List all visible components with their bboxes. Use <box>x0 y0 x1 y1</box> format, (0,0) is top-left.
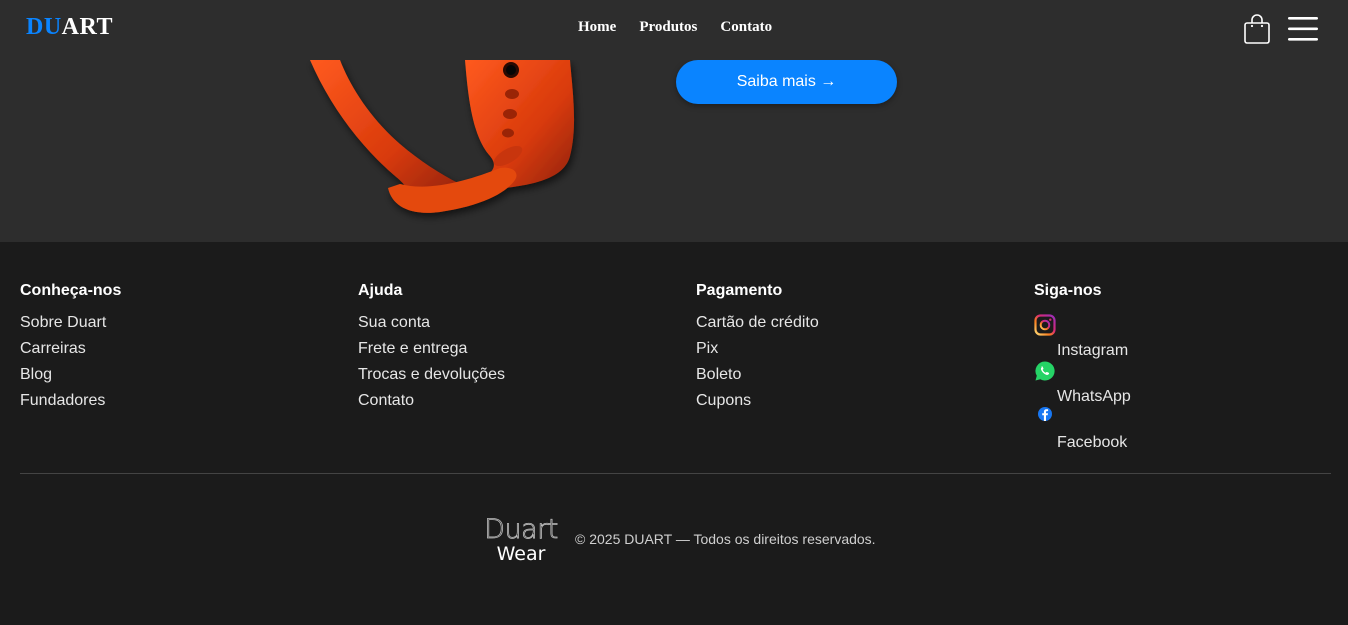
instagram-label: Instagram <box>1057 342 1129 359</box>
watch-strap-image <box>310 60 575 213</box>
footer-link-facebook[interactable]: Facebook <box>1034 406 1131 452</box>
footer-link-sua-conta[interactable]: Sua conta <box>358 314 505 340</box>
footer-link-whatsapp[interactable]: WhatsApp <box>1034 360 1131 406</box>
brand-line-wear: Wear <box>496 543 546 565</box>
logo-part-du: DU <box>26 14 62 40</box>
nav-produtos-link[interactable]: Produtos <box>639 19 697 36</box>
duart-wear-logo: Duart Wear <box>481 514 561 565</box>
footer-column-ajuda: Ajuda Sua conta Frete e entrega Trocas e… <box>358 282 505 418</box>
nav-contato-link[interactable]: Contato <box>720 19 772 36</box>
footer-column-pagamento: Pagamento Cartão de crédito Pix Boleto C… <box>696 282 819 418</box>
footer-link-cartao[interactable]: Cartão de crédito <box>696 314 819 340</box>
main-nav: Home Produtos Contato <box>578 19 772 36</box>
footer-link-instagram[interactable]: Instagram <box>1034 314 1131 360</box>
footer-link-boleto[interactable]: Boleto <box>696 366 819 392</box>
footer-divider <box>20 473 1331 474</box>
logo-part-art: ART <box>61 14 113 40</box>
footer-link-blog[interactable]: Blog <box>20 366 121 392</box>
instagram-icon <box>1034 314 1056 336</box>
site-footer: Conheça-nos Sobre Duart Carreiras Blog F… <box>0 242 1348 625</box>
facebook-label: Facebook <box>1057 434 1128 451</box>
footer-link-trocas[interactable]: Trocas e devoluções <box>358 366 505 392</box>
footer-column-conheca: Conheça-nos Sobre Duart Carreiras Blog F… <box>20 282 121 418</box>
brand-line-duart: Duart <box>484 514 559 545</box>
hero-section: Saiba mais → <box>0 60 1348 242</box>
nav-home-link[interactable]: Home <box>578 19 616 36</box>
footer-link-contato[interactable]: Contato <box>358 392 505 418</box>
copyright-text: © 2025 DUART — Todos os direitos reserva… <box>575 531 876 547</box>
facebook-icon <box>1038 407 1052 421</box>
footer-link-sobre-duart[interactable]: Sobre Duart <box>20 314 121 340</box>
footer-link-cupons[interactable]: Cupons <box>696 392 819 418</box>
shopping-bag-icon[interactable] <box>1243 13 1271 45</box>
footer-column-title: Ajuda <box>358 282 403 299</box>
footer-column-title: Siga-nos <box>1034 282 1102 299</box>
footer-link-pix[interactable]: Pix <box>696 340 819 366</box>
hamburger-menu-icon[interactable] <box>1287 16 1319 42</box>
whatsapp-label: WhatsApp <box>1057 388 1131 405</box>
logo[interactable]: DUART <box>26 14 113 41</box>
whatsapp-icon <box>1035 361 1055 381</box>
footer-link-frete[interactable]: Frete e entrega <box>358 340 505 366</box>
footer-link-fundadores[interactable]: Fundadores <box>20 392 121 418</box>
footer-column-siga-nos: Siga-nos Instagram WhatsApp Facebook <box>1034 282 1131 452</box>
site-header: DUART Home Produtos Contato <box>0 0 1348 60</box>
footer-column-title: Pagamento <box>696 282 783 299</box>
footer-column-title: Conheça-nos <box>20 282 122 299</box>
saiba-mais-button[interactable]: Saiba mais → <box>676 60 897 104</box>
footer-link-carreiras[interactable]: Carreiras <box>20 340 121 366</box>
